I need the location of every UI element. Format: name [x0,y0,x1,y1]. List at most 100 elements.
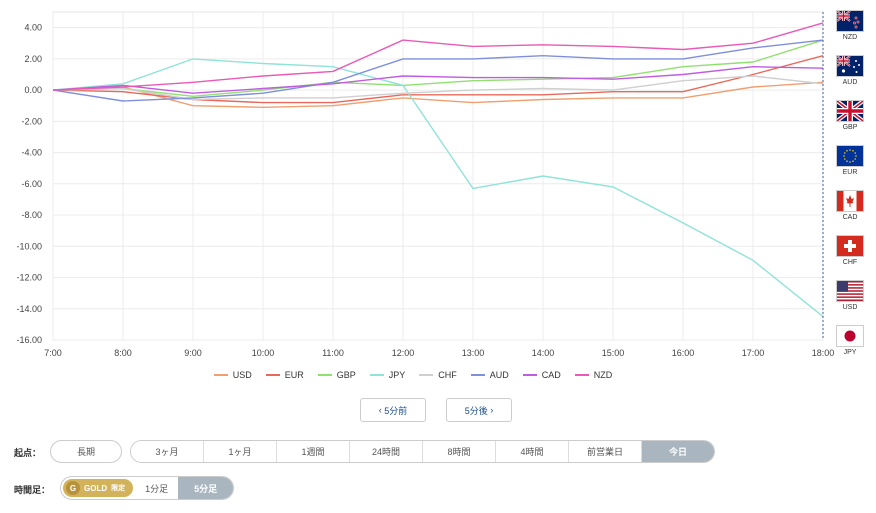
ch-flag-icon [836,235,864,257]
legend-item-nzd[interactable]: NZD [574,370,613,380]
nz-flag-icon [836,10,864,32]
x-tick-label: 16:00 [672,348,695,358]
x-tick-label: 17:00 [742,348,765,358]
prev-label: 5分前 [384,405,408,416]
y-tick-label: -2.00 [21,116,42,126]
legend-label: CAD [541,370,561,380]
time-nav: ‹ 5分前 5分後 › [360,398,512,422]
gold-limited-badge: G GOLD 限定 [63,479,134,497]
legend-swatch [369,374,384,376]
chart-legend: USD EUR GBP JPY CHF AUD CAD NZD [0,370,826,380]
legend-item-eur[interactable]: EUR [265,370,304,380]
start-point-option[interactable]: 3ヶ月 [131,441,204,462]
flag-item-eur[interactable]: EUR [833,145,867,190]
flag-label: EUR [842,169,858,176]
flag-label: NZD [842,34,858,41]
start-point-option[interactable]: 1週間 [277,441,350,462]
gold-text: GOLD [84,483,108,493]
legend-swatch [265,374,280,376]
start-point-option[interactable]: 今日 [642,441,714,462]
y-tick-label: -12.00 [16,273,42,283]
x-tick-label: 14:00 [532,348,555,358]
x-tick-label: 7:00 [44,348,62,358]
flag-item-gbp[interactable]: GBP [833,100,867,145]
flag-label: CHF [842,259,858,266]
chart-grid [52,11,824,341]
x-tick-label: 12:00 [392,348,415,358]
legend-item-chf[interactable]: CHF [419,370,457,380]
jp-flag-icon [836,325,864,347]
y-tick-label: 4.00 [24,23,42,33]
legend-label: CHF [438,370,457,380]
x-tick-label: 8:00 [114,348,132,358]
legend-label: EUR [284,370,304,380]
x-tick-label: 13:00 [462,348,485,358]
flag-label: GBP [842,124,858,131]
prev-5min-button[interactable]: ‹ 5分前 [360,398,426,422]
flag-item-nzd[interactable]: NZD [833,10,867,55]
chevron-right-icon: › [487,405,494,415]
x-tick-label: 9:00 [184,348,202,358]
y-tick-label: 0.00 [24,85,42,95]
flag-label: CAD [842,214,858,221]
series-line-nzd [52,22,824,91]
legend-item-usd[interactable]: USD [213,370,252,380]
legend-label: NZD [593,370,613,380]
legend-label: JPY [388,370,406,380]
flag-item-jpy[interactable]: JPY [833,325,867,370]
legend-item-jpy[interactable]: JPY [369,370,406,380]
legend-item-aud[interactable]: AUD [470,370,509,380]
flag-label: AUD [842,79,858,86]
currency-strength-chart: 4.00 2.00 0.00 -2.00 -4.00 -6.00 -8.00 -10.00 -1… [16,11,835,358]
au-flag-icon [836,55,864,77]
us-flag-icon [836,280,864,302]
start-point-selector: 3ヶ月 1ヶ月 1週間 24時間 8時間 4時間 前営業日 今日 [130,440,715,463]
ca-flag-icon [836,190,864,212]
start-point-option[interactable]: 4時間 [496,441,569,462]
x-tick-label: 18:00 [812,348,835,358]
y-tick-label: -6.00 [21,179,42,189]
legend-swatch [574,374,589,376]
flag-label: JPY [843,349,857,356]
plot-border [52,11,824,341]
legend-label: AUD [489,370,509,380]
y-axis-ticks: 4.00 2.00 0.00 -2.00 -4.00 -6.00 -8.00 -10.00 -1… [16,23,42,345]
y-tick-label: -8.00 [21,210,42,220]
legend-label: GBP [336,370,356,380]
timeframe-selector: G GOLD 限定 1分足 5分足 [60,476,235,500]
start-point-option[interactable]: 1ヶ月 [204,441,277,462]
gold-coin-icon: G [66,481,80,495]
legend-swatch [522,374,537,376]
timeframe-1min-button[interactable]: 1分足 [135,477,178,499]
legend-item-cad[interactable]: CAD [522,370,561,380]
long-term-button[interactable]: 長期 [50,440,122,463]
flag-item-aud[interactable]: AUD [833,55,867,100]
legend-swatch [470,374,485,376]
gold-limit-text: 限定 [111,485,126,492]
y-tick-label: -4.00 [21,148,42,158]
start-point-option[interactable]: 前営業日 [569,441,642,462]
x-tick-label: 15:00 [602,348,625,358]
flag-item-cad[interactable]: CAD [833,190,867,235]
legend-label: USD [232,370,252,380]
legend-swatch [213,374,228,376]
legend-swatch [419,374,434,376]
timeframe-label: 時間足： [14,485,51,495]
next-5min-button[interactable]: 5分後 › [446,398,512,422]
eu-flag-icon [836,145,864,167]
flag-label: USD [842,304,858,311]
uk-flag-icon [836,100,864,122]
series-line-chf [52,75,824,101]
flag-item-chf[interactable]: CHF [833,235,867,280]
x-tick-label: 10:00 [252,348,275,358]
currency-flag-list: NZD AUD GBP EUR CAD CHF USD JPY [833,10,867,370]
timeframe-5min-button[interactable]: 5分足 [178,477,234,499]
legend-item-gbp[interactable]: GBP [317,370,356,380]
legend-swatch [317,374,332,376]
x-tick-label: 11:00 [322,348,344,358]
start-point-option[interactable]: 8時間 [423,441,496,462]
start-point-option[interactable]: 24時間 [350,441,423,462]
y-tick-label: -14.00 [16,304,42,314]
y-tick-label: -16.00 [16,335,42,345]
flag-item-usd[interactable]: USD [833,280,867,325]
